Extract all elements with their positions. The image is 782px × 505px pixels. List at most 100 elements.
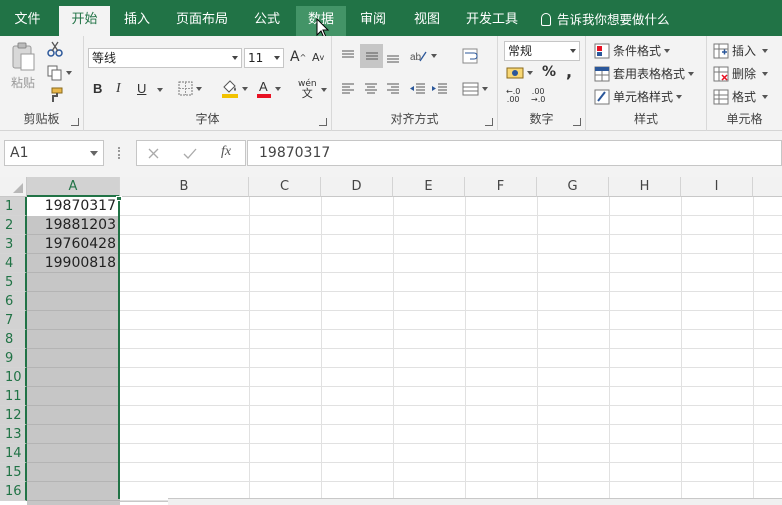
phonetic-button[interactable]: wén 文	[298, 79, 317, 99]
cell-a3[interactable]: 19760428	[27, 235, 118, 254]
comma-button[interactable]: ,	[566, 62, 572, 81]
fill-color-button[interactable]	[221, 79, 248, 98]
tab-developer[interactable]: 开发工具	[456, 6, 528, 36]
cell-area[interactable]	[27, 197, 782, 505]
bottom-align-button[interactable]	[385, 48, 401, 64]
row-header-16[interactable]: 16	[0, 482, 27, 501]
decrease-indent-button[interactable]	[409, 81, 426, 97]
tab-home[interactable]: 开始	[59, 6, 110, 36]
row-header-6[interactable]: 6	[0, 292, 27, 311]
column-header-j[interactable]	[753, 177, 782, 197]
row-header-4[interactable]: 4	[0, 254, 27, 273]
cancel-icon[interactable]	[147, 147, 160, 160]
row-header-5[interactable]: 5	[0, 273, 27, 292]
alignment-dialog-launcher[interactable]	[485, 118, 493, 126]
cell-styles-button[interactable]: 单元格样式	[594, 88, 683, 105]
tab-insert[interactable]: 插入	[112, 6, 162, 36]
row-divider	[27, 462, 120, 463]
formula-input[interactable]: 19870317	[247, 140, 782, 166]
cells-group-label: 单元格	[726, 112, 763, 126]
format-painter-button[interactable]	[47, 87, 63, 103]
phonetic-dropdown-icon[interactable]	[321, 88, 327, 92]
font-size-select[interactable]: 11	[244, 48, 284, 68]
column-header-i[interactable]: I	[681, 177, 753, 197]
align-center-button[interactable]	[363, 81, 379, 97]
row-divider	[27, 291, 120, 292]
column-header-h[interactable]: H	[609, 177, 681, 197]
column-header-b[interactable]: B	[120, 177, 249, 197]
borders-button[interactable]	[178, 81, 202, 96]
underline-dropdown-icon[interactable]	[157, 88, 163, 92]
italic-button[interactable]: I	[116, 81, 121, 97]
conditional-formatting-button[interactable]: 条件格式	[594, 42, 671, 59]
tell-me-search[interactable]: 告诉我你想要做什么	[541, 6, 670, 36]
ribbon: 粘贴 剪贴板 等线 11 A ^ A v B I U A wén 文 字体 ab…	[0, 36, 782, 131]
tab-page-layout[interactable]: 页面布局	[166, 6, 238, 36]
row-header-8[interactable]: 8	[0, 330, 27, 349]
number-format-select[interactable]: 常规	[504, 41, 580, 61]
row-header-3[interactable]: 3	[0, 235, 27, 254]
row-header-15[interactable]: 15	[0, 463, 27, 482]
font-color-button[interactable]: A	[256, 79, 281, 98]
row-header-11[interactable]: 11	[0, 387, 27, 406]
tab-file[interactable]: 文件	[0, 6, 55, 36]
increase-indent-button[interactable]	[431, 81, 448, 97]
decrease-decimal-button[interactable]: .00 →.0	[531, 88, 545, 104]
top-align-button[interactable]	[340, 48, 356, 64]
wrap-text-button[interactable]	[462, 48, 480, 64]
cut-button[interactable]	[47, 41, 63, 57]
format-as-table-button[interactable]: 套用表格格式	[594, 65, 695, 82]
increase-decimal-button[interactable]: ←.0.00	[506, 88, 520, 104]
row-header-2[interactable]: 2	[0, 216, 27, 235]
row-header-1[interactable]: 1	[0, 197, 27, 216]
row-header-13[interactable]: 13	[0, 425, 27, 444]
orientation-button[interactable]: ab	[410, 48, 437, 64]
percent-button[interactable]: %	[542, 64, 556, 80]
formula-bar-grip[interactable]	[118, 147, 120, 159]
name-box[interactable]: A1	[4, 140, 104, 166]
font-name-select[interactable]: 等线	[88, 48, 242, 68]
underline-button[interactable]: U	[137, 81, 146, 96]
delete-cells-button[interactable]: 删除	[713, 65, 769, 82]
align-right-button[interactable]	[385, 81, 401, 97]
clipboard-dialog-launcher[interactable]	[71, 118, 79, 126]
name-box-dropdown-icon[interactable]	[90, 151, 98, 156]
middle-align-button[interactable]	[360, 44, 383, 68]
shrink-font-button[interactable]: Av	[312, 51, 324, 64]
column-header-d[interactable]: D	[321, 177, 393, 197]
tab-formulas[interactable]: 公式	[241, 6, 293, 36]
name-box-value: A1	[10, 145, 29, 161]
bold-button[interactable]: B	[93, 81, 102, 96]
cell-a4[interactable]: 19900818	[27, 254, 118, 273]
column-header-e[interactable]: E	[393, 177, 465, 197]
row-header-7[interactable]: 7	[0, 311, 27, 330]
currency-icon	[506, 67, 524, 79]
enter-check-icon[interactable]	[183, 147, 197, 160]
column-header-g[interactable]: G	[537, 177, 609, 197]
cell-a2[interactable]: 19881203	[27, 216, 118, 235]
cell-a1[interactable]: 19870317	[27, 197, 118, 216]
column-header-f[interactable]: F	[465, 177, 537, 197]
row-header-10[interactable]: 10	[0, 368, 27, 387]
row-header-12[interactable]: 12	[0, 406, 27, 425]
currency-button[interactable]	[506, 65, 533, 81]
merge-center-button[interactable]	[462, 81, 488, 97]
conditional-formatting-icon	[594, 43, 610, 58]
row-header-9[interactable]: 9	[0, 349, 27, 368]
select-all-button[interactable]	[0, 177, 27, 197]
number-dialog-launcher[interactable]	[573, 118, 581, 126]
format-cells-button[interactable]: 格式	[713, 88, 769, 105]
insert-function-button[interactable]: fx	[221, 144, 231, 160]
align-left-button[interactable]	[340, 81, 356, 97]
tab-view[interactable]: 视图	[402, 6, 452, 36]
paste-button[interactable]: 粘贴	[6, 42, 40, 94]
insert-cells-button[interactable]: 插入	[713, 42, 769, 59]
horizontal-scrollbar[interactable]	[168, 498, 782, 505]
column-header-a[interactable]: A	[27, 177, 120, 197]
font-dialog-launcher[interactable]	[319, 118, 327, 126]
row-header-14[interactable]: 14	[0, 444, 27, 463]
copy-button[interactable]	[47, 65, 72, 81]
grow-font-button[interactable]: A ^	[290, 49, 306, 65]
tab-review[interactable]: 审阅	[348, 6, 398, 36]
column-header-c[interactable]: C	[249, 177, 321, 197]
